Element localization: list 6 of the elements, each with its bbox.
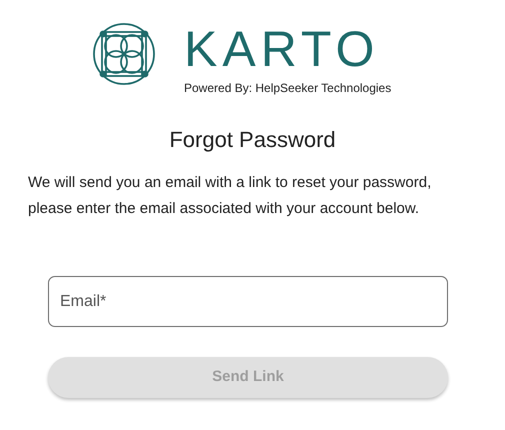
page-title: Forgot Password: [169, 126, 336, 154]
logo-tagline: Powered By: HelpSeeker Technologies: [184, 80, 392, 97]
logo-icon: [92, 22, 156, 86]
description-text: We will send you an email with a link to reset your password, please enter the email associated with your account below.: [28, 173, 432, 219]
logo-wordmark: KARTO: [184, 24, 380, 74]
email-field[interactable]: Email*: [48, 276, 448, 327]
